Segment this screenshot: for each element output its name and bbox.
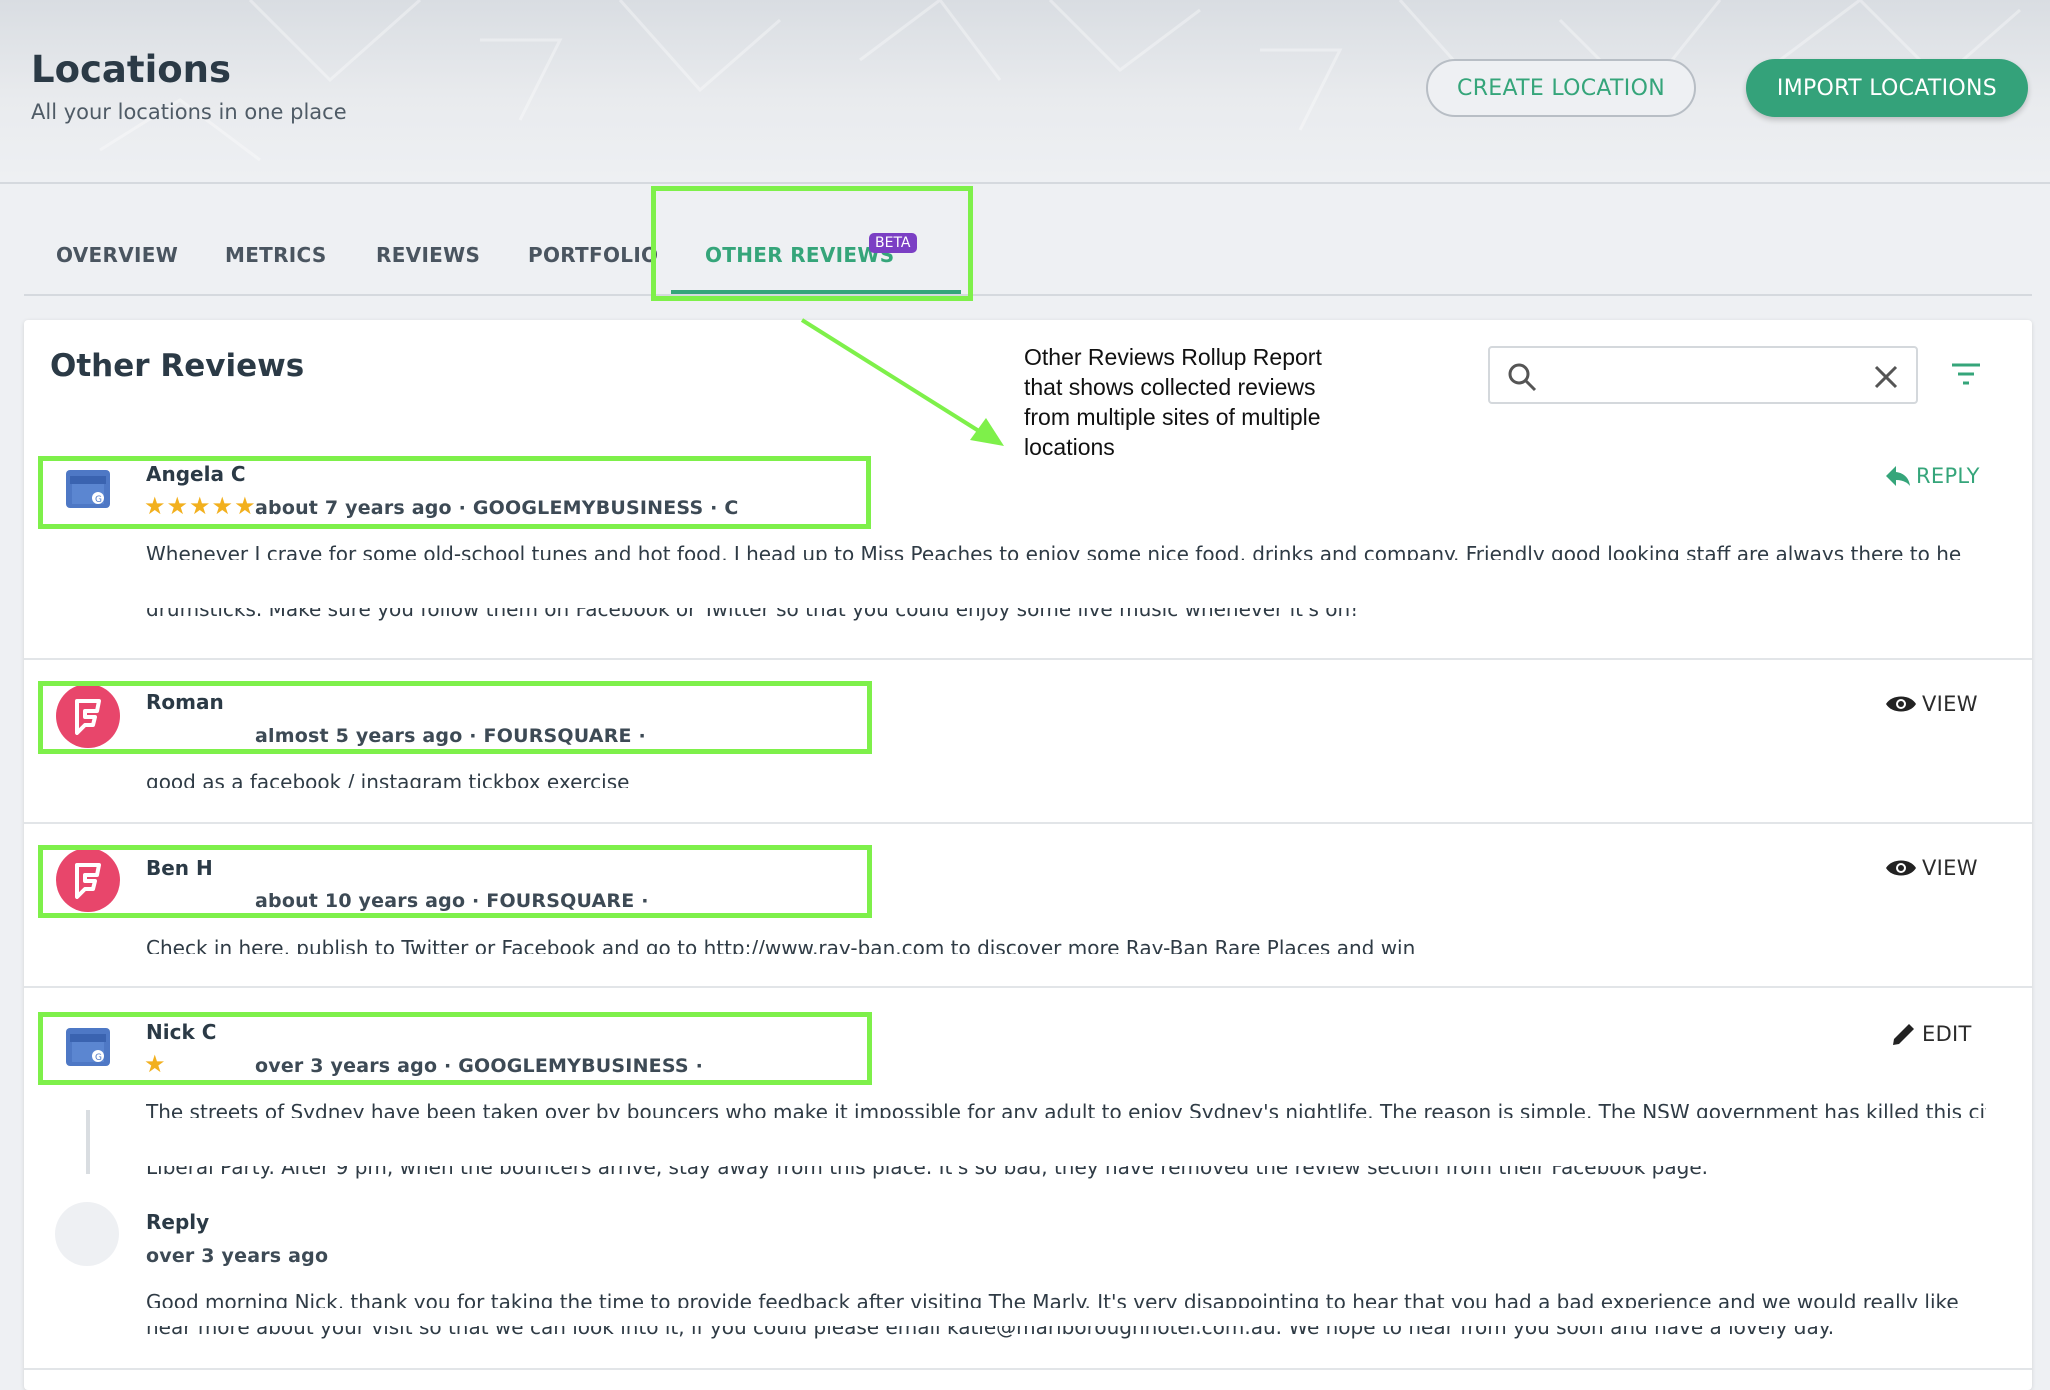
reply-button[interactable]: REPLY bbox=[1884, 464, 1980, 488]
review-text: Check in here, publish to Twitter or Fac… bbox=[146, 936, 1416, 954]
reply-time: over 3 years ago bbox=[146, 1245, 329, 1267]
review-text: Whenever I crave for some old-school tun… bbox=[146, 542, 1962, 560]
reply-label: Reply bbox=[146, 1210, 210, 1234]
reply-icon bbox=[1886, 466, 1910, 486]
eye-icon bbox=[1886, 696, 1916, 712]
search-input[interactable] bbox=[1550, 358, 1850, 394]
close-icon[interactable] bbox=[1872, 363, 1900, 391]
tab-bar: OVERVIEW METRICS REVIEWS PORTFOLIO OTHER… bbox=[24, 186, 2032, 296]
review-text-end: drumsticks. Make sure you follow them on… bbox=[146, 608, 1359, 621]
reply-label: REPLY bbox=[1916, 464, 1980, 488]
header-pattern bbox=[99, 0, 2021, 162]
create-location-button[interactable]: CREATE LOCATION bbox=[1426, 59, 1696, 117]
search-box[interactable] bbox=[1488, 346, 1918, 404]
annotation-highlight-box bbox=[38, 456, 871, 529]
eye-icon bbox=[1886, 860, 1916, 876]
edit-label: EDIT bbox=[1922, 1022, 1972, 1046]
page-subtitle: All your locations in one place bbox=[31, 100, 347, 124]
reply-text-end: hear more about your visit so that we ca… bbox=[146, 1326, 1835, 1339]
view-label: VIEW bbox=[1922, 856, 1978, 880]
import-locations-button[interactable]: IMPORT LOCATIONS bbox=[1746, 59, 2028, 117]
annotation-highlight-box bbox=[38, 681, 872, 754]
page-header: Locations All your locations in one plac… bbox=[0, 0, 2050, 184]
search-icon bbox=[1508, 363, 1537, 392]
view-button[interactable]: VIEW bbox=[1884, 692, 1978, 716]
tab-overview[interactable]: OVERVIEW bbox=[56, 243, 178, 267]
tab-portfolio[interactable]: PORTFOLIO bbox=[528, 243, 658, 267]
reply-text: Good morning Nick, thank you for taking … bbox=[146, 1290, 1962, 1308]
review-text: good as a facebook / instagram tickbox e… bbox=[146, 770, 630, 788]
tab-reviews[interactable]: REVIEWS bbox=[376, 243, 480, 267]
view-button[interactable]: VIEW bbox=[1884, 856, 1978, 880]
view-label: VIEW bbox=[1922, 692, 1978, 716]
annotation-highlight-tab bbox=[651, 186, 973, 301]
edit-button[interactable]: EDIT bbox=[1890, 1020, 1972, 1048]
annotation-highlight-box bbox=[38, 1012, 872, 1085]
review-text: The streets of Sydney have been taken ov… bbox=[146, 1100, 1986, 1118]
tab-metrics[interactable]: METRICS bbox=[225, 243, 327, 267]
page-title: Locations bbox=[31, 48, 232, 91]
filter-icon[interactable] bbox=[1950, 360, 1982, 388]
panel-title: Other Reviews bbox=[50, 348, 305, 384]
review-text-end: Liberal Party. After 9 pm, when the boun… bbox=[146, 1166, 1708, 1179]
annotation-arrow-icon bbox=[800, 318, 1004, 446]
reply-thread-line bbox=[86, 1110, 90, 1174]
annotation-highlight-box bbox=[38, 845, 872, 918]
avatar bbox=[55, 1202, 119, 1266]
pencil-icon bbox=[1893, 1024, 1914, 1045]
